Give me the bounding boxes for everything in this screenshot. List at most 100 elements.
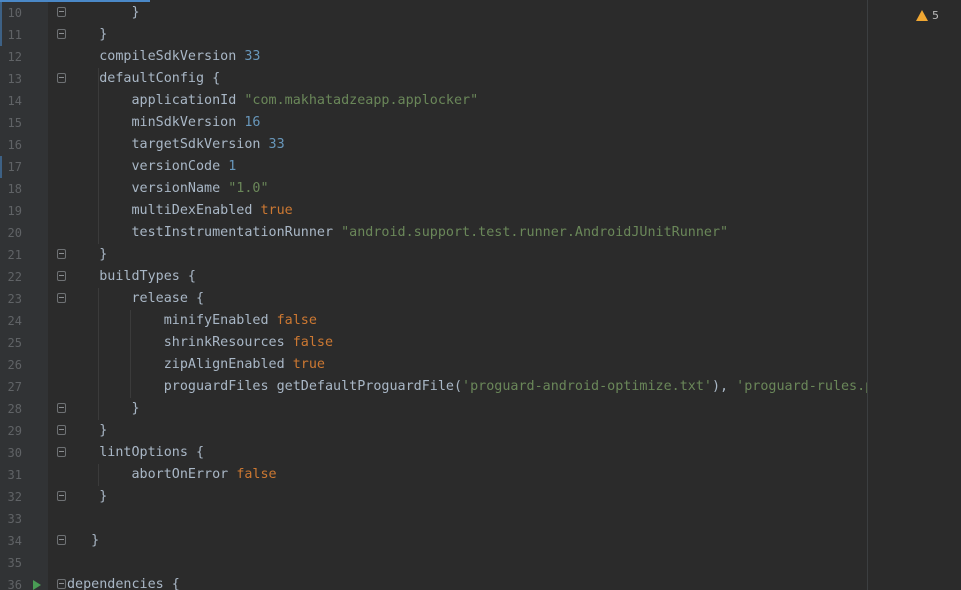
code-token: release { [67,291,205,306]
code-line[interactable]: 28 } [0,398,867,420]
code-text: } [67,530,99,552]
code-text: minifyEnabled false [67,310,317,332]
fold-marker-icon[interactable] [57,491,66,501]
line-number: 23 [7,292,22,306]
line-number: 30 [7,446,22,460]
code-text: zipAlignEnabled true [67,354,325,376]
inspection-widget[interactable]: 5 [916,7,939,23]
code-text: testInstrumentationRunner "android.suppo… [67,222,728,244]
code-token: } [67,27,108,42]
fold-marker-icon[interactable] [57,7,66,17]
code-text: compileSdkVersion 33 [67,46,260,68]
fold-marker-icon[interactable] [57,535,66,545]
fold-marker-icon[interactable] [57,579,66,589]
code-token: testInstrumentationRunner [67,225,342,240]
code-line[interactable]: 19 multiDexEnabled true [0,200,867,222]
code-line[interactable]: 17 versionCode 1 [0,156,867,178]
fold-marker-icon[interactable] [57,425,66,435]
fold-marker-icon[interactable] [57,249,66,259]
code-line[interactable]: 16 targetSdkVersion 33 [0,134,867,156]
line-number: 19 [7,204,22,218]
fold-marker-icon[interactable] [57,271,66,281]
line-number: 27 [7,380,22,394]
code-line[interactable]: 31 abortOnError false [0,464,867,486]
line-number: 15 [7,116,22,130]
code-line[interactable]: 13 defaultConfig { [0,68,867,90]
code-editor[interactable]: 10 } 11 } 12 compileSdkVersion 33 13 defaul… [0,0,961,590]
indent-guide [98,288,99,420]
code-token: shrinkResources [67,335,293,350]
line-number: 22 [7,270,22,284]
code-token: 1 [228,159,237,174]
line-number: 25 [7,336,22,350]
code-token: } [67,533,100,548]
code-line[interactable]: 32 } [0,486,867,508]
code-text: buildTypes { [67,266,196,288]
code-line[interactable]: 21 } [0,244,867,266]
line-number: 14 [7,94,22,108]
line-number: 31 [7,468,22,482]
run-gutter-icon[interactable] [33,580,41,590]
code-token: "1.0" [228,181,269,196]
code-text: multiDexEnabled true [67,200,292,222]
line-number: 36 [7,578,22,590]
code-token: versionName [67,181,229,196]
code-token: } [67,401,140,416]
line-number: 13 [7,72,22,86]
code-line[interactable]: 23 release { [0,288,867,310]
fold-marker-icon[interactable] [57,403,66,413]
code-token: false [236,467,277,482]
code-text: } [67,420,107,442]
code-token: 33 [268,137,285,152]
code-line[interactable]: 18 versionName "1.0" [0,178,867,200]
code-line[interactable]: 36 dependencies { [0,574,867,590]
code-token: } [67,5,140,20]
code-text: shrinkResources false [67,332,333,354]
code-line[interactable]: 33 [0,508,867,530]
code-token: 'proguard-android-optimize.txt' [462,379,712,394]
line-number: 10 [7,6,22,20]
code-line[interactable]: 11 } [0,24,867,46]
fold-marker-icon[interactable] [57,447,66,457]
code-token: proguardFiles getDefaultProguardFile( [67,379,463,394]
code-token: dependencies { [67,577,180,590]
line-number: 18 [7,182,22,196]
fold-marker-icon[interactable] [57,73,66,83]
code-token: false [292,335,334,350]
code-line[interactable]: 35 [0,552,867,574]
code-text: } [67,398,140,420]
code-line[interactable]: 10 } [0,2,867,24]
code-token: multiDexEnabled [67,203,261,218]
indent-guide [130,310,131,398]
warning-icon [916,9,928,21]
code-line[interactable]: 15 minSdkVersion 16 [0,112,867,134]
code-token: true [292,357,325,372]
line-number: 33 [7,512,22,526]
line-number: 28 [7,402,22,416]
inspection-panel: 5 [867,0,961,590]
code-text: } [67,2,140,24]
code-line[interactable]: 14 applicationId "com.makhatadzeapp.appl… [0,90,867,112]
line-number: 11 [7,28,22,42]
code-text: proguardFiles getDefaultProguardFile('pr… [67,376,898,398]
line-number: 20 [7,226,22,240]
code-line[interactable]: 22 buildTypes { [0,266,867,288]
fold-marker-icon[interactable] [57,29,66,39]
code-text: defaultConfig { [67,68,220,90]
code-token: compileSdkVersion [67,49,245,64]
code-line[interactable]: 29 } [0,420,867,442]
code-line[interactable]: 30 lintOptions { [0,442,867,464]
code-token: versionCode [67,159,229,174]
code-text: release { [67,288,204,310]
code-token: zipAlignEnabled [67,357,293,372]
code-token: ), [711,379,737,394]
code-token: buildTypes { [67,269,196,284]
fold-marker-icon[interactable] [57,293,66,303]
code-token: minSdkVersion [67,115,245,130]
code-text: versionCode 1 [67,156,236,178]
code-line[interactable]: 34 } [0,530,867,552]
code-line[interactable]: 12 compileSdkVersion 33 [0,46,867,68]
line-number: 32 [7,490,22,504]
line-number: 17 [7,160,22,174]
code-line[interactable]: 20 testInstrumentationRunner "android.su… [0,222,867,244]
